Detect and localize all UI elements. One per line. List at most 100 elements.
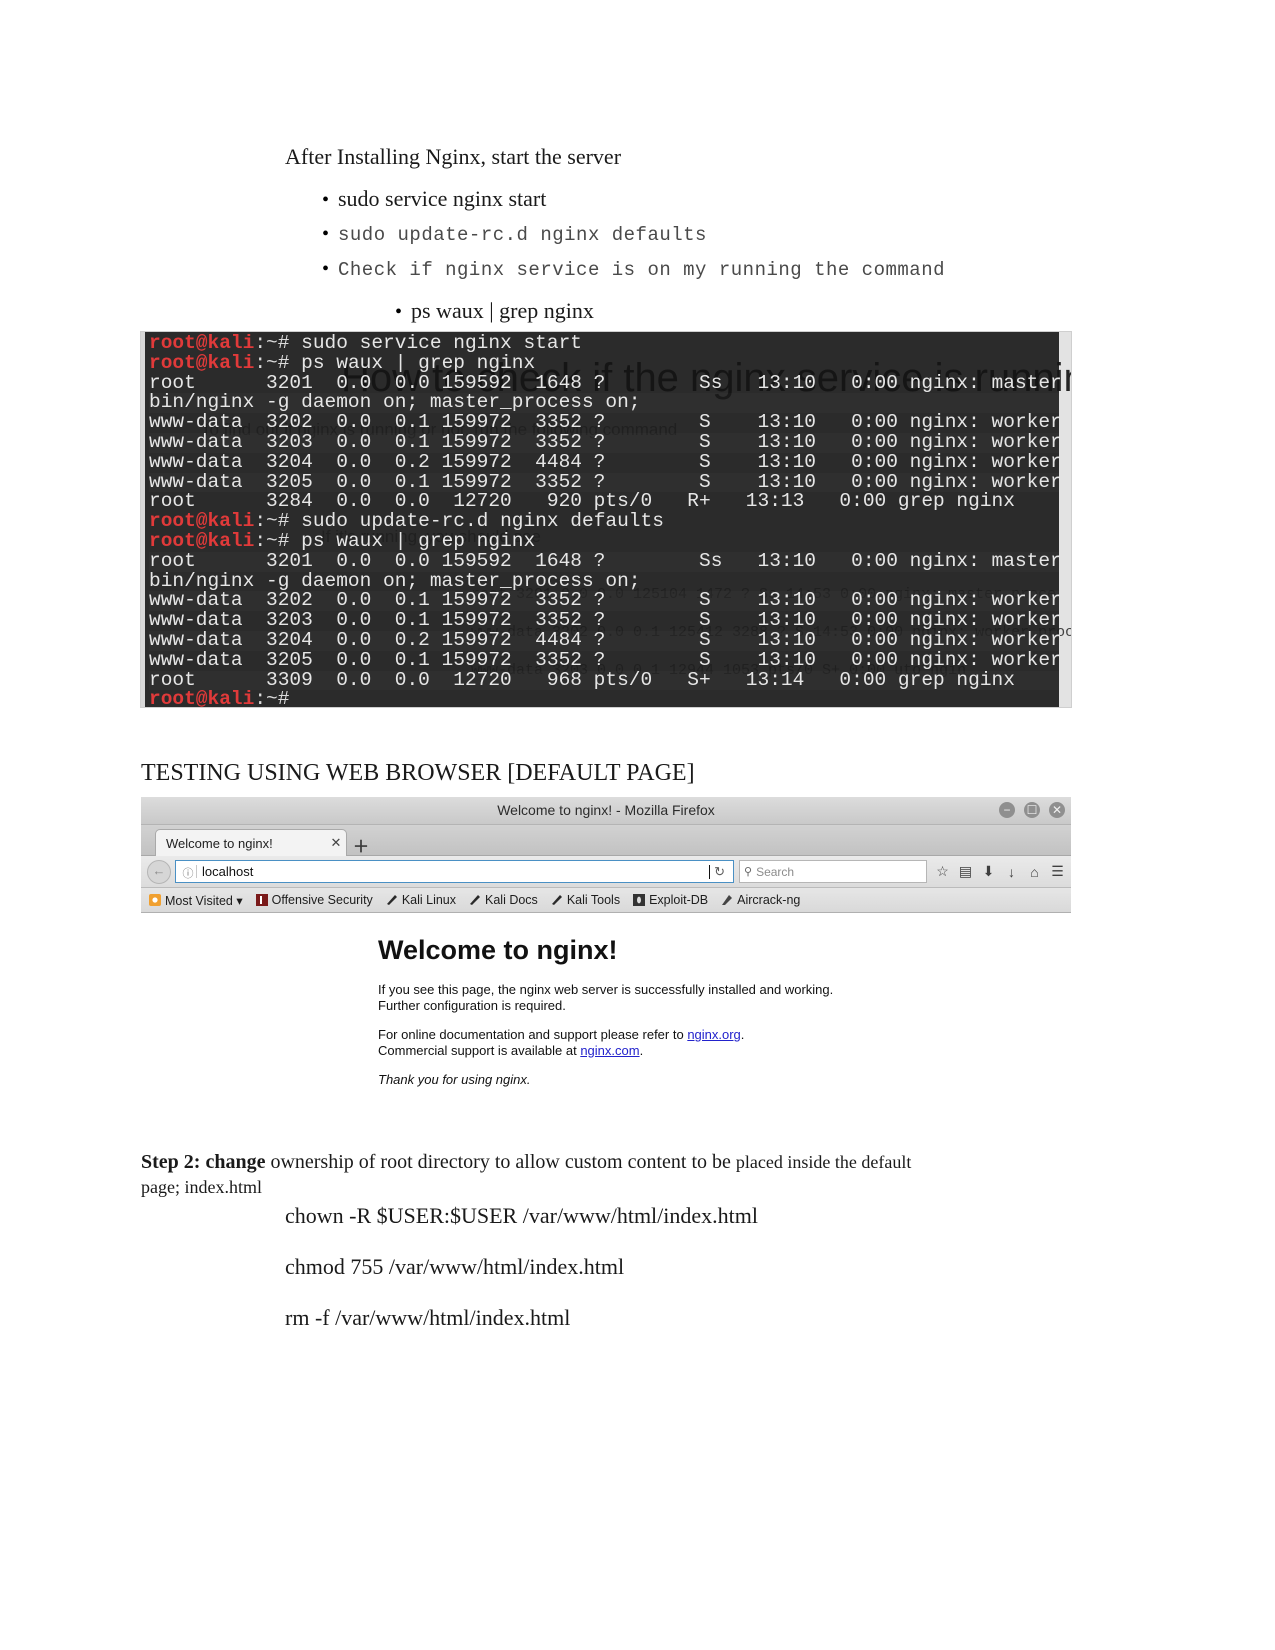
list-item: • Check if nginx service is on my runnin… — [322, 259, 945, 281]
terminal-output-line: www-data 3202 0.0 0.1 159972 3352 ? S 13… — [149, 411, 1071, 434]
window-controls[interactable]: − ☐ ✕ — [999, 802, 1065, 818]
nginx-docs-suffix: . — [740, 1027, 745, 1042]
sub-list-item-label: ps waux | grep nginx — [411, 298, 594, 323]
step2-paragraph: Step 2: change ownership of root directo… — [141, 1150, 1066, 1200]
reload-icon[interactable]: ↻ — [710, 864, 729, 880]
bookmark-label: Offensive Security — [271, 893, 373, 907]
bookmark-label: Kali Tools — [566, 893, 621, 907]
terminal-left-edge — [141, 332, 145, 707]
terminal-prompt-symbol: :~# — [254, 510, 302, 533]
back-icon[interactable]: ← — [147, 859, 171, 884]
terminal-user-host: root@kali — [149, 332, 255, 354]
bookmark-offensive-security[interactable]: Offensive Security — [255, 893, 373, 907]
nginx-thanks-text: Thank you for using nginx. — [378, 1072, 531, 1087]
aircrack-icon — [722, 895, 733, 905]
step2-body-line2: page; index.html — [141, 1177, 262, 1197]
command-chown: chown -R $USER:$USER /var/www/html/index… — [285, 1203, 758, 1228]
nginx-intro-line-1: If you see this page, the nginx web serv… — [378, 982, 834, 997]
list-item-label: sudo update-rc.d nginx defaults — [338, 224, 707, 246]
page-info-icon[interactable]: ⓘ — [180, 865, 197, 880]
step2-label: Step 2: change — [141, 1151, 266, 1173]
nginx-org-link[interactable]: nginx.org — [687, 1027, 740, 1042]
bullet-icon: • — [322, 223, 330, 245]
new-tab-icon[interactable]: ＋ — [353, 833, 369, 857]
terminal-prompt-symbol: :~# — [254, 351, 302, 374]
terminal-prompt-line: root@kali:~# ps waux | grep nginx — [149, 351, 1071, 374]
bookmarks-bar: Most Visited ▾ Offensive Security Kali L… — [141, 888, 1071, 913]
nginx-intro-line-2: Further configuration is required. — [378, 997, 566, 1013]
list-item: • sudo service nginx start — [322, 186, 546, 212]
terminal-command: ps waux | grep nginx — [301, 351, 536, 374]
tab-close-icon[interactable]: ✕ — [326, 835, 346, 851]
close-button[interactable]: ✕ — [1049, 802, 1065, 818]
terminal-output-line: www-data 3203 0.0 0.1 159972 3352 ? S 13… — [149, 432, 1071, 453]
section-heading-testing: TESTING USING WEB BROWSER [DEFAULT PAGE] — [141, 760, 695, 786]
nginx-intro-paragraph: If you see this page, the nginx web serv… — [378, 982, 1071, 1013]
bullet-icon: • — [322, 258, 330, 280]
terminal-user-host: root@kali — [149, 351, 255, 374]
downloads-icon[interactable]: ↓ — [1004, 864, 1019, 880]
page-content: Welcome to nginx! If you see this page, … — [141, 913, 1071, 1095]
bookmark-label: Most Visited ▾ — [165, 893, 243, 908]
terminal-user-host: root@kali — [149, 529, 255, 552]
page-title: After Installing Nginx, start the server — [285, 144, 622, 169]
list-item: • sudo update-rc.d nginx defaults — [322, 224, 707, 246]
browser-titlebar: Welcome to nginx! - Mozilla Firefox − ☐ … — [141, 797, 1071, 825]
bullet-icon: • — [395, 301, 403, 323]
nginx-commercial-suffix: . — [639, 1042, 644, 1058]
browser-navbar: ← ⓘ localhost ↻ ⚲ Search ☆ ▤ ⬇ ↓ ⌂ ☰ — [141, 856, 1071, 888]
pocket-icon[interactable]: ⬇ — [981, 863, 996, 880]
bookmark-kali-tools[interactable]: Kali Tools — [551, 893, 620, 907]
bookmark-exploit-db[interactable]: Exploit-DB — [633, 893, 708, 907]
step2-section: Step 2: change ownership of root directo… — [141, 1150, 1066, 1200]
nginx-welcome-title: Welcome to nginx! — [378, 935, 618, 965]
terminal-command: sudo service nginx start — [301, 332, 582, 354]
bookmark-most-visited[interactable]: Most Visited ▾ — [149, 893, 243, 908]
menu-hamburger-icon[interactable]: ☰ — [1050, 863, 1065, 880]
terminal-output-line: root 3201 0.0 0.0 159592 1648 ? Ss 13:10… — [149, 551, 1071, 572]
minimize-button[interactable]: − — [999, 802, 1015, 818]
terminal-prompt-symbol: :~# — [254, 688, 302, 707]
terminal-command: ps waux | grep nginx — [301, 529, 536, 552]
navbar-icon-group: ☆ ▤ ⬇ ↓ ⌂ ☰ — [935, 863, 1065, 880]
terminal-prompt-symbol: :~# — [254, 332, 302, 354]
nginx-docs-prefix: For online documentation and support ple… — [378, 1027, 688, 1042]
address-bar[interactable]: ⓘ localhost ↻ — [175, 860, 734, 883]
exploit-db-icon — [633, 894, 646, 906]
shield-icon — [255, 894, 268, 906]
list-item-label: sudo service nginx start — [338, 186, 547, 211]
nginx-docs-paragraph: For online documentation and support ple… — [378, 1027, 1071, 1058]
terminal-output-line: www-data 3205 0.0 0.1 159972 3352 ? S 13… — [149, 648, 1071, 671]
terminal-prompt-line: root@kali:~# ps waux | grep nginx — [149, 529, 1071, 552]
dragon-icon — [386, 895, 397, 905]
terminal-command: sudo update-rc.d nginx defaults — [301, 510, 664, 533]
nginx-com-link[interactable]: nginx.com — [580, 1043, 639, 1058]
step2-body: ownership of root directory to allow cus… — [265, 1151, 736, 1173]
step2-body-small: placed inside the default — [735, 1152, 912, 1172]
command-rm: rm -f /var/www/html/index.html — [285, 1305, 571, 1330]
bookmark-label: Kali Linux — [401, 893, 457, 907]
bookmark-star-icon[interactable]: ☆ — [935, 863, 950, 880]
bookmark-aircrack-ng[interactable]: Aircrack-ng — [721, 893, 800, 907]
search-box[interactable]: ⚲ Search — [739, 860, 927, 883]
search-placeholder: Search — [756, 864, 795, 879]
browser-window-title: Welcome to nginx! - Mozilla Firefox — [497, 802, 715, 818]
reader-view-icon[interactable]: ▤ — [958, 863, 973, 880]
bookmark-kali-linux[interactable]: Kali Linux — [386, 893, 456, 907]
search-icon: ⚲ — [744, 866, 753, 878]
dragon-icon — [470, 895, 481, 905]
terminal-user-host: root@kali — [149, 510, 255, 533]
terminal-output-line: www-data 3204 0.0 0.2 159972 4484 ? S 13… — [149, 630, 1071, 651]
bookmark-kali-docs[interactable]: Kali Docs — [469, 893, 538, 907]
home-icon[interactable]: ⌂ — [1027, 864, 1042, 880]
bookmark-label: Exploit-DB — [649, 893, 709, 907]
list-item-label: Check if nginx service is on my running … — [338, 259, 945, 281]
terminal-output: root@kali:~# sudo service nginx start roo… — [149, 332, 1071, 707]
command-chmod: chmod 755 /var/www/html/index.html — [285, 1254, 625, 1279]
tab-label: Welcome to nginx! — [166, 835, 273, 851]
folder-icon — [149, 894, 161, 906]
bullet-icon: • — [322, 189, 330, 211]
url-input[interactable]: localhost — [202, 864, 708, 879]
tab-welcome-to-nginx[interactable]: Welcome to nginx! ✕ — [155, 829, 347, 856]
maximize-button[interactable]: ☐ — [1024, 802, 1040, 818]
